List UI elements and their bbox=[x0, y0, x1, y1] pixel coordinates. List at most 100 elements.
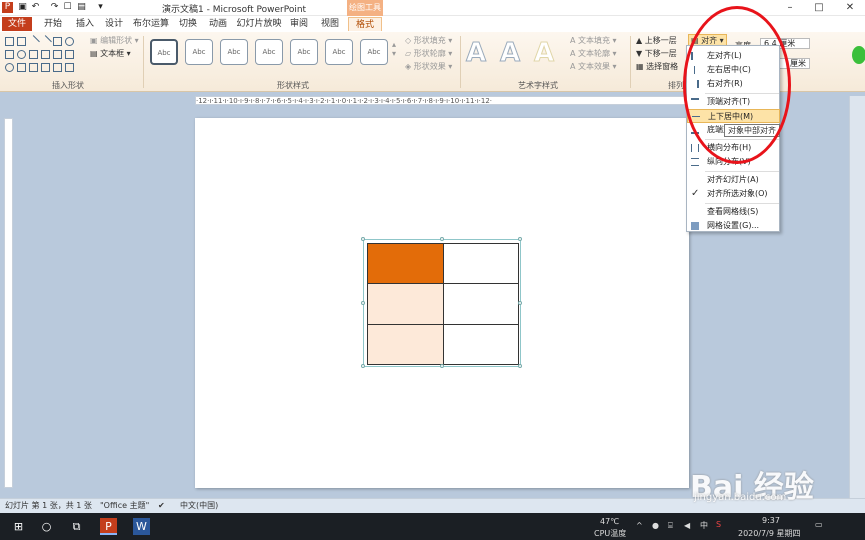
maximize-icon[interactable]: □ bbox=[812, 1, 826, 15]
table-cell[interactable] bbox=[367, 283, 444, 325]
shape-style-swatch[interactable]: Abc bbox=[290, 39, 318, 65]
triangle-shape-icon[interactable] bbox=[17, 63, 26, 72]
task-view-icon[interactable]: ⧉ bbox=[68, 518, 85, 535]
shape-style-swatch[interactable]: Abc bbox=[150, 39, 178, 65]
shape-style-swatch[interactable]: Abc bbox=[255, 39, 283, 65]
menu-item-align-selected[interactable]: ✓ 对齐所选对象(O) bbox=[687, 187, 780, 201]
clock-time[interactable]: 9:37 bbox=[762, 516, 780, 525]
resize-handle[interactable] bbox=[440, 237, 444, 241]
bracket-shape-icon[interactable] bbox=[41, 63, 50, 72]
oval-shape-icon[interactable] bbox=[17, 50, 26, 59]
tab-review[interactable]: 审阅 bbox=[286, 17, 312, 31]
rectangle-shape-icon[interactable] bbox=[53, 50, 62, 59]
menu-item-grid-settings[interactable]: 网格设置(G)... bbox=[687, 219, 780, 233]
redo-icon[interactable]: ↷ bbox=[49, 2, 60, 13]
edit-shape-button[interactable]: ▣ 编辑形状 ▾ bbox=[90, 35, 139, 46]
tab-view[interactable]: 视图 bbox=[317, 17, 343, 31]
tab-home[interactable]: 开始 bbox=[40, 17, 66, 31]
menu-item-align-to-slide[interactable]: 对齐幻灯片(A) bbox=[687, 173, 780, 187]
text-effects-button[interactable]: A 文本效果 ▾ bbox=[570, 61, 617, 72]
tab-transitions[interactable]: 切换 bbox=[175, 17, 201, 31]
resize-handle[interactable] bbox=[440, 364, 444, 368]
curve-shape-icon[interactable] bbox=[29, 63, 38, 72]
tab-insert[interactable]: 插入 bbox=[72, 17, 98, 31]
word-taskbar-icon[interactable]: W bbox=[133, 518, 150, 535]
send-backward-button[interactable]: ▼ 下移一层 bbox=[636, 48, 677, 59]
close-icon[interactable]: ✕ bbox=[843, 1, 857, 15]
powerpoint-taskbar-icon[interactable]: P bbox=[100, 518, 117, 535]
tray-app-icon[interactable]: ● bbox=[652, 521, 659, 530]
shape-style-swatch[interactable]: Abc bbox=[220, 39, 248, 65]
wordart-style-swatch[interactable]: A bbox=[465, 38, 486, 69]
undo-icon[interactable]: ↶ bbox=[30, 2, 41, 13]
resize-handle[interactable] bbox=[518, 301, 522, 305]
wordart-style-swatch[interactable]: A bbox=[499, 38, 520, 69]
line-shape-icon[interactable] bbox=[27, 35, 40, 48]
tab-design[interactable]: 设计 bbox=[101, 17, 127, 31]
oval-shape-icon[interactable] bbox=[65, 37, 74, 46]
resize-handle[interactable] bbox=[361, 301, 365, 305]
rectangle-shape-icon[interactable] bbox=[17, 37, 26, 46]
resize-handle[interactable] bbox=[361, 364, 365, 368]
selection-pane-button[interactable]: ▦ 选择窗格 bbox=[636, 61, 678, 72]
table-cell[interactable] bbox=[442, 242, 519, 285]
table-cell[interactable] bbox=[442, 283, 519, 325]
ime-indicator[interactable]: 中 bbox=[700, 520, 708, 531]
vertical-scrollbar[interactable] bbox=[849, 96, 865, 498]
shape-style-swatch[interactable]: Abc bbox=[325, 39, 353, 65]
resize-handle[interactable] bbox=[518, 364, 522, 368]
notification-icon[interactable]: ▭ bbox=[815, 520, 823, 529]
volume-icon[interactable]: ◀ bbox=[684, 521, 690, 530]
theme-name[interactable]: "Office 主题" bbox=[100, 499, 149, 513]
bring-forward-button[interactable]: ▲ 上移一层 bbox=[636, 35, 677, 46]
arrow-shape-icon[interactable] bbox=[39, 35, 52, 48]
text-outline-button[interactable]: A 文本轮廓 ▾ bbox=[570, 48, 617, 59]
tab-slideshow[interactable]: 幻灯片放映 bbox=[236, 17, 282, 31]
connector-shape-icon[interactable] bbox=[29, 50, 38, 59]
menu-item-view-gridlines[interactable]: 查看网格线(S) bbox=[687, 205, 780, 219]
clock-date[interactable]: 2020/7/9 星期四 bbox=[738, 528, 800, 539]
resize-handle[interactable] bbox=[361, 237, 365, 241]
slide-canvas[interactable] bbox=[195, 118, 689, 488]
quick-access-icon[interactable]: ☐ bbox=[62, 2, 73, 13]
shape-outline-button[interactable]: ▱ 形状轮廓 ▾ bbox=[405, 48, 452, 59]
slide-table[interactable] bbox=[367, 242, 519, 366]
text-fill-button[interactable]: A 文本填充 ▾ bbox=[570, 35, 617, 46]
tab-animations[interactable]: 动画 bbox=[205, 17, 231, 31]
sync-status-icon[interactable] bbox=[852, 46, 865, 64]
tab-file[interactable]: 文件 bbox=[2, 17, 32, 31]
tab-format[interactable]: 格式 bbox=[348, 17, 382, 31]
rectangle-shape-icon[interactable] bbox=[53, 37, 62, 46]
search-icon[interactable]: ○ bbox=[38, 518, 55, 535]
windows-start-icon[interactable]: ⊞ bbox=[10, 518, 27, 535]
shape-fill-button[interactable]: ◇ 形状填充 ▾ bbox=[405, 35, 452, 46]
star-shape-icon[interactable] bbox=[65, 63, 74, 72]
table-cell[interactable] bbox=[442, 323, 519, 366]
save-icon[interactable]: ▣ bbox=[17, 2, 28, 13]
rectangle-shape-icon[interactable] bbox=[5, 50, 14, 59]
brace-shape-icon[interactable] bbox=[53, 63, 62, 72]
antivirus-icon[interactable]: S bbox=[716, 520, 721, 529]
freeform-shape-icon[interactable] bbox=[5, 63, 14, 72]
arrow-shape-icon[interactable] bbox=[65, 50, 74, 59]
connector-shape-icon[interactable] bbox=[41, 50, 50, 59]
resize-handle[interactable] bbox=[518, 237, 522, 241]
spellcheck-icon[interactable]: ✔ bbox=[158, 499, 165, 513]
shape-style-swatch[interactable]: Abc bbox=[360, 39, 388, 65]
rectangle-shape-icon[interactable] bbox=[5, 37, 14, 46]
minimize-icon[interactable]: – bbox=[783, 1, 797, 15]
tab-boolean[interactable]: 布尔运算 bbox=[131, 17, 171, 31]
table-selection-frame[interactable] bbox=[361, 237, 522, 368]
quick-access-icon[interactable]: ▤ bbox=[76, 2, 87, 13]
network-icon[interactable]: ⌸ bbox=[668, 521, 673, 531]
shape-style-swatch[interactable]: Abc bbox=[185, 39, 213, 65]
wordart-style-swatch[interactable]: A bbox=[533, 38, 554, 69]
text-box-button[interactable]: ▤ 文本框 ▾ bbox=[90, 48, 131, 59]
shape-effects-button[interactable]: ◈ 形状效果 ▾ bbox=[405, 61, 452, 72]
table-cell[interactable] bbox=[367, 323, 444, 366]
language-indicator[interactable]: 中文(中国) bbox=[180, 499, 218, 513]
tray-expand-icon[interactable]: ^ bbox=[636, 521, 643, 530]
table-cell[interactable] bbox=[367, 242, 444, 285]
customize-qat-icon[interactable]: ▾ bbox=[95, 2, 106, 13]
gallery-scroll-icon[interactable]: ▴ ▾ bbox=[392, 40, 396, 58]
